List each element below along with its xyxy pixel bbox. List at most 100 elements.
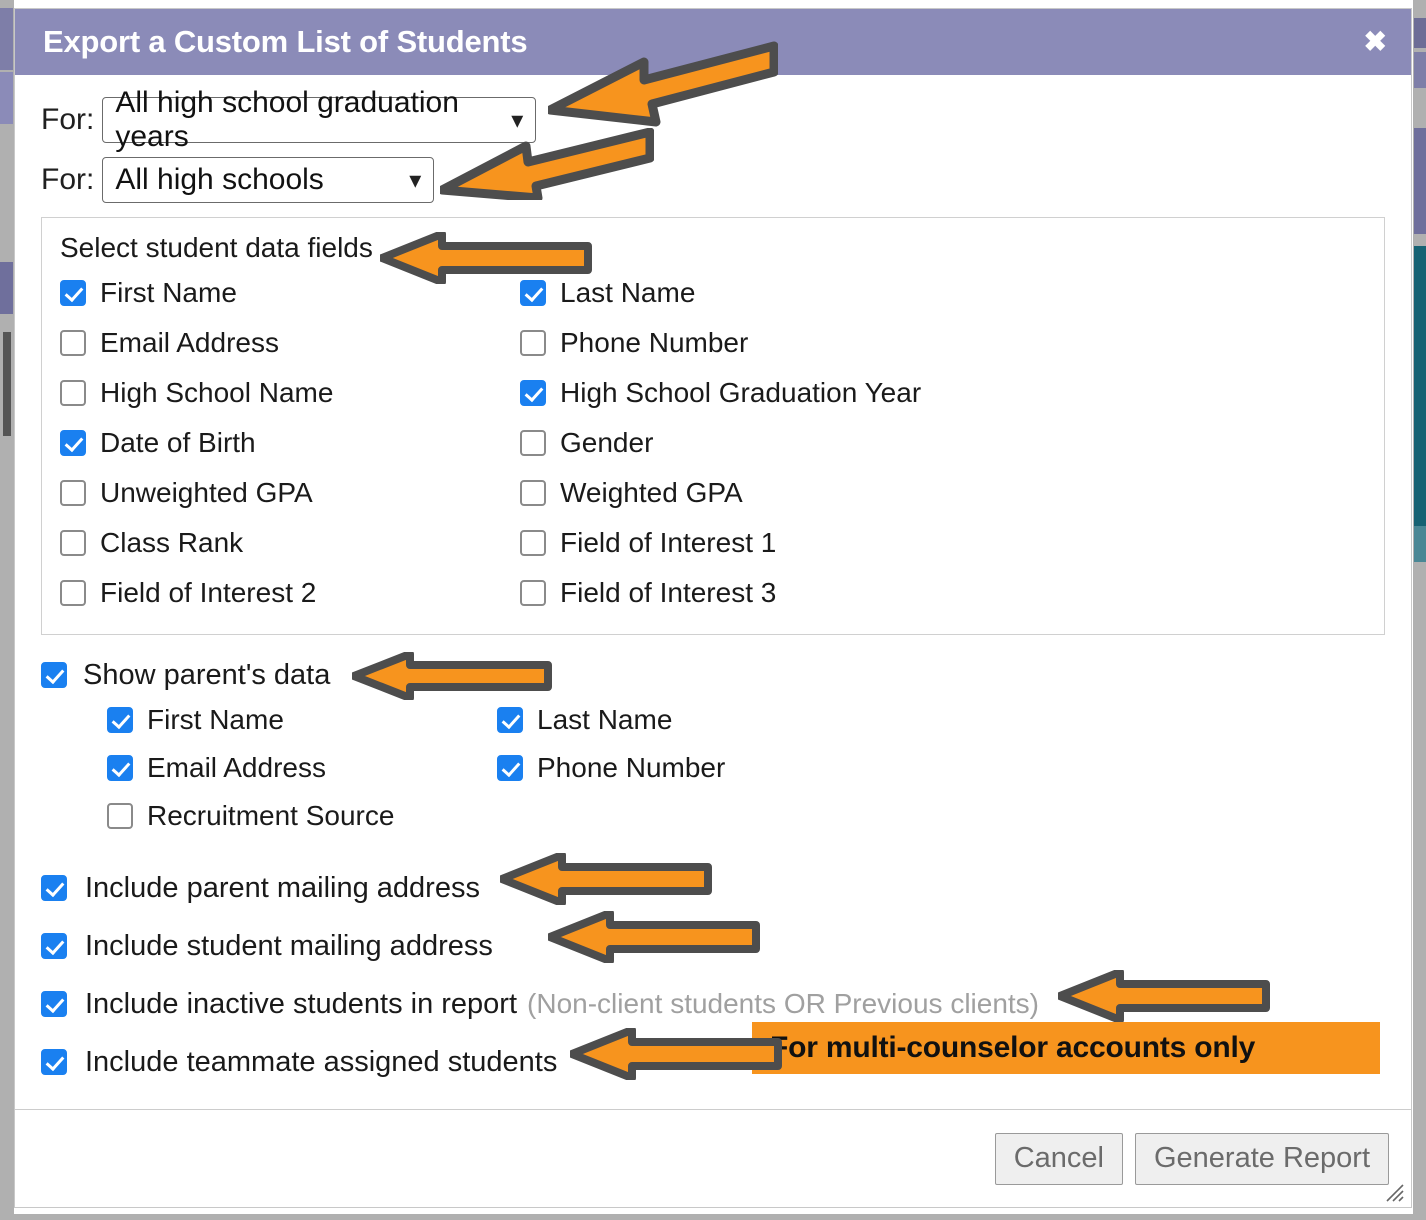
checkbox-icon[interactable] (60, 530, 86, 556)
dialog-header: Export a Custom List of Students ✖ (15, 9, 1411, 75)
include-label: Include parent mailing address (85, 871, 480, 904)
field-label: Class Rank (100, 527, 244, 558)
field-gender[interactable]: Gender (520, 422, 1366, 464)
checkbox-icon[interactable] (41, 991, 67, 1017)
checkbox-icon[interactable] (60, 280, 86, 306)
include-label: Include teammate assigned students (85, 1045, 558, 1078)
background-right-chip-a (1414, 18, 1426, 48)
student-data-fields-group: Select student data fields First Name La… (41, 217, 1385, 635)
show-parents-data-checkbox[interactable]: Show parent's data (41, 653, 1385, 697)
field-first-name[interactable]: First Name (60, 272, 520, 314)
graduation-year-filter-row: For: All high school graduation years ▾ (41, 86, 1385, 153)
field-label: Field of Interest 2 (100, 577, 317, 608)
background-left-strip (0, 0, 14, 1220)
field-weighted-gpa[interactable]: Weighted GPA (520, 472, 1366, 514)
parent-field-recruitment-source[interactable]: Recruitment Source (107, 795, 497, 837)
field-last-name[interactable]: Last Name (520, 272, 1366, 314)
multi-counselor-callout-text: For multi-counselor accounts only (770, 1031, 1256, 1064)
dialog-title: Export a Custom List of Students (43, 24, 528, 59)
checkbox-icon[interactable] (497, 707, 523, 733)
field-date-of-birth[interactable]: Date of Birth (60, 422, 520, 464)
background-left-scrollbar (3, 332, 11, 436)
background-right-chip-c (1414, 128, 1426, 234)
field-high-school-name[interactable]: High School Name (60, 372, 520, 414)
field-class-rank[interactable]: Class Rank (60, 522, 520, 564)
include-student-mailing-address-checkbox[interactable]: Include student mailing address (41, 917, 1385, 975)
checkbox-icon[interactable] (107, 707, 133, 733)
chevron-down-icon: ▾ (409, 166, 422, 194)
field-email-address[interactable]: Email Address (60, 322, 520, 364)
dialog-body: For: All high school graduation years ▾ … (15, 75, 1411, 1109)
field-label: Field of Interest 3 (560, 577, 777, 608)
field-label: First Name (147, 704, 284, 735)
include-parent-mailing-address-checkbox[interactable]: Include parent mailing address (41, 859, 1385, 917)
field-label: Gender (560, 427, 654, 458)
background-right-chip-b (1414, 52, 1426, 88)
checkbox-icon[interactable] (60, 480, 86, 506)
checkbox-icon[interactable] (60, 430, 86, 456)
high-school-filter-row: For: All high schools ▾ (41, 157, 1385, 203)
field-label: Email Address (100, 327, 279, 358)
checkbox-icon[interactable] (520, 480, 546, 506)
checkbox-icon[interactable] (60, 380, 86, 406)
graduation-year-label: For: (41, 103, 95, 136)
graduation-year-value: All high school graduation years (115, 86, 459, 153)
background-left-chip-c (0, 262, 13, 314)
checkbox-icon[interactable] (41, 662, 67, 688)
checkbox-icon[interactable] (41, 933, 67, 959)
parent-data-section: Show parent's data First Name Last Name … (41, 653, 1385, 837)
background-left-chip-a (0, 8, 13, 70)
field-phone-number[interactable]: Phone Number (520, 322, 1366, 364)
high-school-value: All high schools (115, 163, 324, 196)
high-school-label: For: (41, 163, 95, 196)
include-inactive-students-note: (Non-client students OR Previous clients… (527, 988, 1040, 1019)
background-bottom-strip (0, 1214, 1426, 1220)
field-unweighted-gpa[interactable]: Unweighted GPA (60, 472, 520, 514)
field-field-of-interest-3[interactable]: Field of Interest 3 (520, 572, 1366, 614)
cancel-button[interactable]: Cancel (994, 1132, 1123, 1185)
checkbox-icon[interactable] (520, 380, 546, 406)
field-label: Weighted GPA (560, 477, 743, 508)
resize-grip-icon[interactable] (1381, 1179, 1405, 1203)
checkbox-icon[interactable] (41, 1049, 67, 1075)
parent-field-first-name[interactable]: First Name (107, 699, 497, 741)
field-label: High School Name (100, 377, 334, 408)
checkbox-icon[interactable] (60, 580, 86, 606)
background-right-chip-e (1414, 526, 1426, 562)
checkbox-icon[interactable] (520, 530, 546, 556)
field-label: High School Graduation Year (560, 377, 922, 408)
checkbox-icon[interactable] (41, 875, 67, 901)
checkbox-icon[interactable] (497, 755, 523, 781)
checkbox-icon[interactable] (60, 330, 86, 356)
checkbox-icon[interactable] (520, 430, 546, 456)
field-field-of-interest-2[interactable]: Field of Interest 2 (60, 572, 520, 614)
include-label: Include student mailing address (85, 929, 493, 962)
checkbox-icon[interactable] (520, 580, 546, 606)
high-school-select[interactable]: All high schools ▾ (102, 157, 435, 203)
graduation-year-select[interactable]: All high school graduation years ▾ (102, 86, 537, 153)
multi-counselor-callout: For multi-counselor accounts only (752, 1022, 1380, 1074)
field-field-of-interest-1[interactable]: Field of Interest 1 (520, 522, 1366, 564)
checkbox-icon[interactable] (520, 330, 546, 356)
generate-report-button[interactable]: Generate Report (1134, 1132, 1389, 1185)
field-label: Phone Number (560, 327, 749, 358)
include-label: Include inactive students in report (85, 987, 518, 1020)
background-right-chip-d (1414, 246, 1426, 526)
field-label: Field of Interest 1 (560, 527, 777, 558)
checkbox-icon[interactable] (107, 803, 133, 829)
field-label: Email Address (147, 752, 326, 783)
field-label: Unweighted GPA (100, 477, 313, 508)
parent-field-email-address[interactable]: Email Address (107, 747, 497, 789)
field-label: Recruitment Source (147, 800, 395, 831)
student-fields-grid: First Name Last Name Email Address Phone… (60, 272, 1366, 614)
parent-field-phone-number[interactable]: Phone Number (497, 747, 1385, 789)
field-label: Last Name (537, 704, 673, 735)
chevron-down-icon: ▾ (511, 106, 524, 134)
show-parents-data-label: Show parent's data (83, 658, 331, 691)
parent-field-last-name[interactable]: Last Name (497, 699, 1385, 741)
field-high-school-graduation-year[interactable]: High School Graduation Year (520, 372, 1366, 414)
checkbox-icon[interactable] (520, 280, 546, 306)
checkbox-icon[interactable] (107, 755, 133, 781)
close-icon[interactable]: ✖ (1364, 28, 1387, 56)
field-label: Phone Number (537, 752, 726, 783)
